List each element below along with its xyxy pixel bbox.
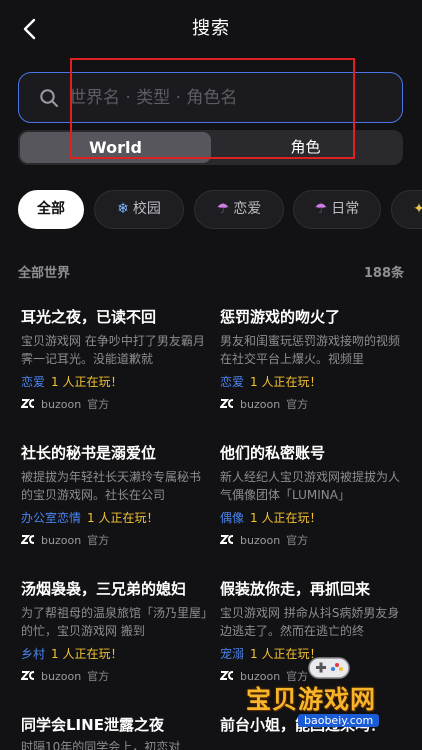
card-meta: 恋爱 1 人正在玩！	[220, 374, 410, 390]
watermark-text: 宝贝游戏网	[246, 685, 377, 714]
snowflake-icon: ❄	[117, 201, 129, 217]
chip-daily[interactable]: ☂ 日常	[293, 190, 381, 229]
card-title: 假装放你走，再抓回来	[220, 580, 371, 598]
chip-all[interactable]: 全部	[18, 190, 84, 229]
card-meta: 偶像 1 人正在玩！	[220, 510, 410, 526]
watermark-url: baobeiy.com	[298, 714, 380, 727]
chip-label: 校园	[132, 201, 161, 217]
author-role: 官方	[87, 670, 110, 683]
card-playing: 1 人正在玩！	[51, 375, 123, 389]
card-title: 同学会LINE泄露之夜	[21, 716, 164, 734]
card-desc: 为了帮祖母的温泉旅馆「汤乃里屋」的忙，宝贝游戏网 搬到	[21, 606, 208, 638]
search-input[interactable]	[69, 83, 389, 113]
world-card[interactable]: 社长的秘书是溺爱位 被提拔为年轻社长天濑玲专属秘书的宝贝游戏网。社长在公司 办公…	[21, 443, 211, 563]
card-title: 惩罚游戏的吻火了	[220, 308, 341, 326]
card-author: buzoon 官方	[21, 398, 211, 412]
chip-romance[interactable]: ☂ 恋爱	[194, 190, 284, 229]
section-count: 188条	[363, 266, 404, 281]
card-title: 他们的私密账号	[220, 444, 326, 462]
segment-world[interactable]: World	[20, 132, 211, 163]
search-icon	[40, 89, 58, 107]
umbrella-icon: ☂	[216, 201, 230, 217]
card-desc: 新人经纪人宝贝游戏网被提拔为人气偶像团体「LUMINA」	[220, 470, 401, 502]
author-name: buzoon	[240, 398, 281, 411]
card-meta: 乡村 1 人正在玩！	[21, 646, 211, 662]
section-title: 全部世界	[18, 266, 71, 281]
card-author: buzoon 官方	[21, 670, 211, 684]
author-role: 官方	[87, 534, 110, 547]
card-playing: 1 人正在玩！	[51, 647, 123, 661]
segment-role[interactable]: 角色	[210, 132, 401, 163]
card-meta: 办公室恋情 1 人正在玩！	[21, 510, 211, 526]
world-card[interactable]: 耳光之夜，已读不回 宝贝游戏网 在争吵中打了男友霸月霁一记耳光。没能道歉就 恋爱…	[21, 307, 211, 427]
author-name: buzoon	[41, 398, 82, 411]
card-tag: 乡村	[21, 647, 46, 661]
buzoon-logo-icon	[220, 535, 234, 544]
card-title: 耳光之夜，已读不回	[21, 308, 157, 326]
card-author: buzoon 官方	[220, 534, 410, 548]
buzoon-logo-icon	[220, 671, 234, 680]
buzoon-logo-icon	[220, 399, 234, 408]
card-title: 汤烟袅袅，三兄弟的媳妇	[21, 580, 187, 598]
chip-campus[interactable]: ❄ 校园	[94, 190, 184, 229]
umbrella-icon: ☂	[314, 201, 328, 217]
card-desc: 时隔10年的同学会上，初恋对	[21, 740, 181, 750]
buzoon-logo-icon	[21, 671, 35, 680]
card-playing: 1 人正在玩！	[250, 511, 322, 525]
search-box[interactable]	[18, 72, 403, 123]
chip-label: 全部	[37, 201, 65, 217]
watermark: 宝贝游戏网 baobeiy.com	[240, 650, 422, 750]
gamepad-icon	[308, 657, 350, 679]
card-author: buzoon 官方	[21, 534, 211, 548]
world-role-toggle: World 角色	[18, 130, 403, 165]
card-tag: 恋爱	[21, 375, 46, 389]
author-role: 官方	[286, 534, 309, 547]
buzoon-logo-icon	[21, 535, 35, 544]
chip-label: 日常	[331, 201, 360, 217]
world-card[interactable]: 同学会LINE泄露之夜 时隔10年的同学会上，初恋对	[21, 715, 211, 750]
world-card[interactable]: 他们的私密账号 新人经纪人宝贝游戏网被提拔为人气偶像团体「LUMINA」 偶像 1…	[220, 443, 410, 563]
chip-more[interactable]: ✦	[391, 190, 422, 229]
header: 搜索	[0, 0, 422, 56]
page-title: 搜索	[192, 18, 230, 39]
author-role: 官方	[286, 398, 309, 411]
card-playing: 1 人正在玩！	[87, 511, 159, 525]
card-tag: 偶像	[220, 511, 245, 525]
card-playing: 1 人正在玩！	[250, 375, 322, 389]
chip-label: 恋爱	[233, 201, 262, 217]
author-name: buzoon	[240, 534, 281, 547]
card-author: buzoon 官方	[220, 398, 410, 412]
card-tag: 办公室恋情	[21, 511, 82, 525]
card-desc: 男友和闺蜜玩惩罚游戏接吻的视频在社交平台上爆火。视频里	[220, 334, 401, 366]
category-chips: 全部 ❄ 校园 ☂ 恋爱 ☂ 日常 ✦	[18, 190, 422, 230]
author-role: 官方	[87, 398, 110, 411]
card-tag: 恋爱	[220, 375, 245, 389]
author-name: buzoon	[41, 670, 82, 683]
author-name: buzoon	[41, 534, 82, 547]
card-meta: 恋爱 1 人正在玩！	[21, 374, 211, 390]
world-card[interactable]: 汤烟袅袅，三兄弟的媳妇 为了帮祖母的温泉旅馆「汤乃里屋」的忙，宝贝游戏网 搬到 …	[21, 579, 211, 699]
more-icon: ✦	[413, 201, 422, 217]
buzoon-logo-icon	[21, 399, 35, 408]
card-desc: 宝贝游戏网 拼命从抖S病娇男友身边逃走了。然而在逃亡的终	[220, 606, 400, 638]
card-desc: 宝贝游戏网 在争吵中打了男友霸月霁一记耳光。没能道歉就	[21, 334, 205, 366]
card-title: 社长的秘书是溺爱位	[21, 444, 157, 462]
world-card[interactable]: 惩罚游戏的吻火了 男友和闺蜜玩惩罚游戏接吻的视频在社交平台上爆火。视频里 恋爱 1…	[220, 307, 410, 427]
card-desc: 被提拔为年轻社长天濑玲专属秘书的宝贝游戏网。社长在公司	[21, 470, 202, 502]
